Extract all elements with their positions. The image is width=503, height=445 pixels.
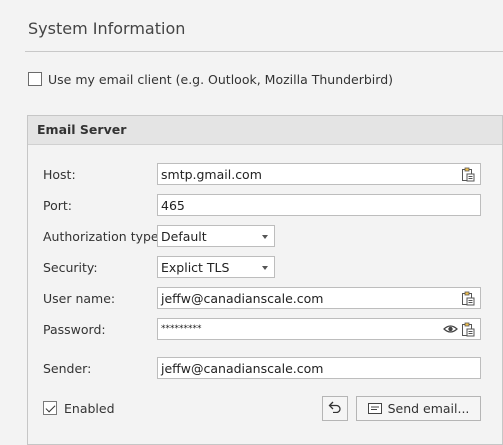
auth-type-label: Authorization type: xyxy=(43,229,163,244)
enabled-checkbox[interactable] xyxy=(43,401,57,415)
password-value: ********* xyxy=(161,324,202,334)
message-icon xyxy=(367,403,382,414)
title-divider xyxy=(25,51,503,52)
password-field[interactable]: ********* xyxy=(157,318,481,340)
undo-icon xyxy=(328,401,342,416)
sender-label: Sender: xyxy=(43,361,92,376)
security-label: Security: xyxy=(43,260,98,275)
section-title: System Information xyxy=(28,19,186,38)
host-field[interactable]: smtp.gmail.com xyxy=(157,163,481,185)
undo-button[interactable] xyxy=(322,396,348,421)
clipboard-icon[interactable] xyxy=(460,290,476,306)
auth-type-value: Default xyxy=(161,229,207,244)
eye-icon[interactable] xyxy=(442,321,458,337)
username-value: jeffw@canadianscale.com xyxy=(161,291,324,306)
chevron-down-icon xyxy=(262,266,268,270)
sender-value: jeffw@canadianscale.com xyxy=(161,361,324,376)
password-label: Password: xyxy=(43,322,106,337)
port-field[interactable]: 465 xyxy=(157,194,481,216)
security-dropdown[interactable]: Explict TLS xyxy=(157,256,275,278)
port-label: Port: xyxy=(43,198,72,213)
security-value: Explict TLS xyxy=(161,260,230,275)
host-label: Host: xyxy=(43,167,76,182)
username-label: User name: xyxy=(43,291,116,306)
email-server-header: Email Server xyxy=(28,116,502,145)
host-value: smtp.gmail.com xyxy=(161,167,262,182)
clipboard-icon[interactable] xyxy=(460,321,476,337)
use-email-client-checkbox[interactable] xyxy=(28,72,42,86)
port-value: 465 xyxy=(161,198,185,213)
username-field[interactable]: jeffw@canadianscale.com xyxy=(157,287,481,309)
enabled-label: Enabled xyxy=(64,401,115,416)
clipboard-icon[interactable] xyxy=(460,166,476,182)
email-server-title: Email Server xyxy=(37,122,127,137)
use-email-client-label: Use my email client (e.g. Outlook, Mozil… xyxy=(48,72,394,87)
auth-type-dropdown[interactable]: Default xyxy=(157,225,275,247)
chevron-down-icon xyxy=(262,235,268,239)
sender-field[interactable]: jeffw@canadianscale.com xyxy=(157,357,481,379)
send-email-label: Send email... xyxy=(387,401,470,416)
send-email-button[interactable]: Send email... xyxy=(356,396,481,421)
